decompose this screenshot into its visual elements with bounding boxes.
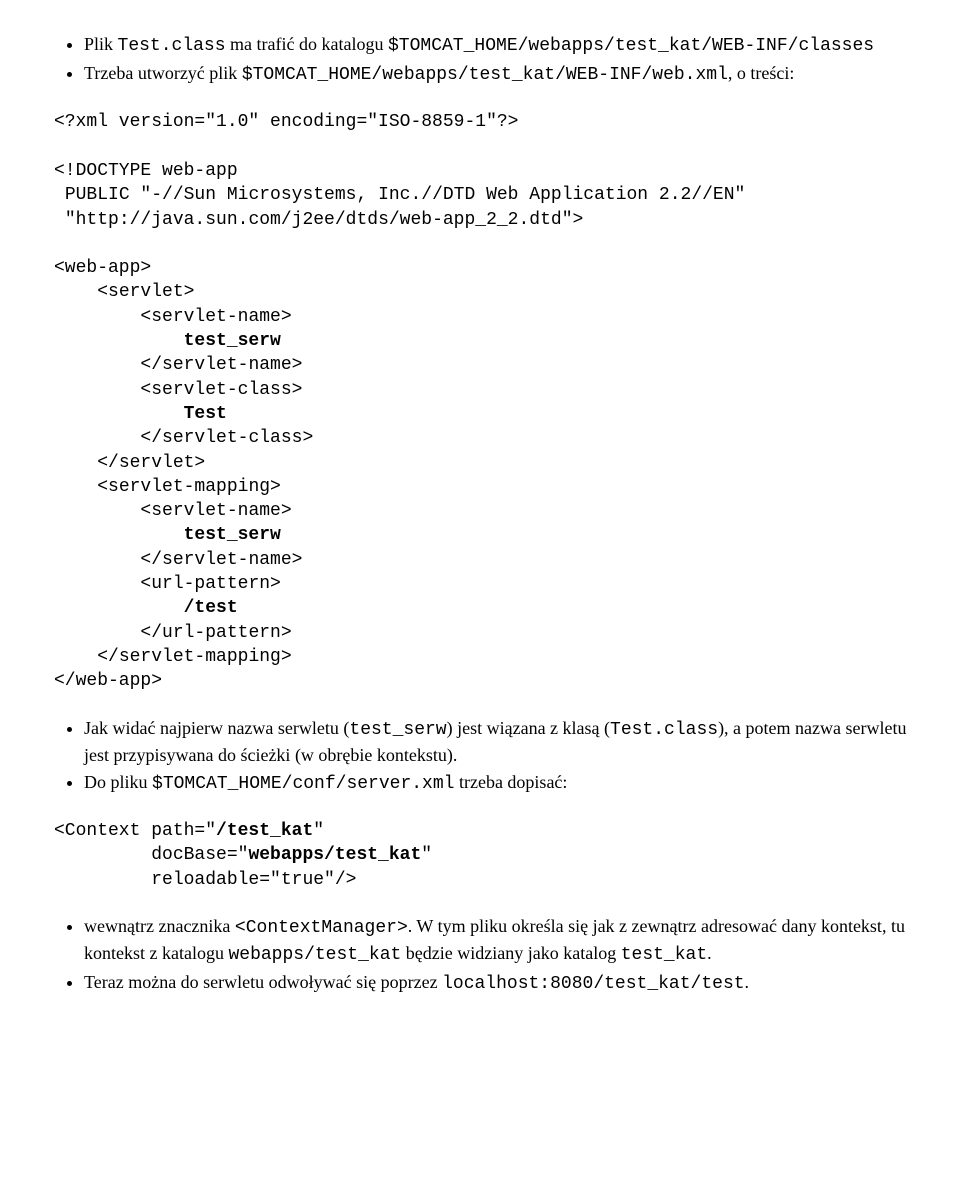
code-bold: Test	[184, 404, 227, 424]
code-line: docBase="	[54, 845, 248, 865]
code-line: <servlet-class>	[54, 380, 302, 400]
code-line: </servlet-name>	[54, 355, 302, 375]
code-line: reloadable="true"/>	[54, 870, 356, 890]
list-item: Plik Test.class ma trafić do katalogu $T…	[84, 32, 920, 59]
text: , o treści:	[728, 63, 794, 83]
code-indent	[54, 598, 184, 618]
code-block-1: <?xml version="1.0" encoding="ISO-8859-1…	[54, 110, 920, 693]
code-inline: $TOMCAT_HOME/webapps/test_kat/WEB-INF/we…	[242, 65, 728, 85]
code-line: "	[421, 845, 432, 865]
text: będzie widziany jako katalog	[401, 943, 620, 963]
code-line: PUBLIC "-//Sun Microsystems, Inc.//DTD W…	[54, 185, 745, 205]
text: wewnątrz znacznika	[84, 916, 235, 936]
text: Trzeba utworzyć plik	[84, 63, 242, 83]
code-block-2: <Context path="/test_kat" docBase="webap…	[54, 819, 920, 892]
code-line: </servlet-class>	[54, 428, 313, 448]
code-inline: <ContextManager>	[235, 918, 408, 938]
bullet-list-2: Jak widać najpierw nazwa serwletu (test_…	[40, 716, 920, 798]
list-item: wewnątrz znacznika <ContextManager>. W t…	[84, 914, 920, 968]
bullet-list-3: wewnątrz znacznika <ContextManager>. W t…	[40, 914, 920, 998]
code-inline: test_serw	[349, 720, 446, 740]
code-bold: test_serw	[184, 525, 281, 545]
code-bold: /test	[184, 598, 238, 618]
code-bold: webapps/test_kat	[248, 845, 421, 865]
code-line: <Context path="	[54, 821, 216, 841]
code-inline: Test.class	[118, 36, 226, 56]
code-line: <?xml version="1.0" encoding="ISO-8859-1…	[54, 112, 518, 132]
code-inline: test_kat	[621, 945, 707, 965]
code-line: </servlet>	[54, 453, 205, 473]
text: Do pliku	[84, 772, 152, 792]
code-line: <url-pattern>	[54, 574, 281, 594]
text: Plik	[84, 34, 118, 54]
code-line: </servlet-name>	[54, 550, 302, 570]
code-indent	[54, 331, 184, 351]
code-inline: Test.class	[610, 720, 718, 740]
code-inline: $TOMCAT_HOME/conf/server.xml	[152, 774, 454, 794]
code-indent	[54, 525, 184, 545]
text: trzeba dopisać:	[454, 772, 567, 792]
code-line: <servlet>	[54, 282, 194, 302]
text: ) jest wiązana z klasą (	[447, 718, 610, 738]
code-indent	[54, 404, 184, 424]
code-line: <!DOCTYPE web-app	[54, 161, 238, 181]
code-line: "	[313, 821, 324, 841]
code-inline: $TOMCAT_HOME/webapps/test_kat/WEB-INF/cl…	[388, 36, 874, 56]
bullet-list-1: Plik Test.class ma trafić do katalogu $T…	[40, 32, 920, 88]
text: .	[707, 943, 712, 963]
code-line: <servlet-name>	[54, 307, 292, 327]
list-item: Do pliku $TOMCAT_HOME/conf/server.xml tr…	[84, 770, 920, 797]
code-line: <servlet-name>	[54, 501, 292, 521]
code-inline: localhost:8080/test_kat/test	[442, 974, 744, 994]
code-bold: /test_kat	[216, 821, 313, 841]
code-line: "http://java.sun.com/j2ee/dtds/web-app_2…	[54, 210, 583, 230]
text: .	[745, 972, 750, 992]
text: Teraz można do serwletu odwoływać się po…	[84, 972, 442, 992]
code-bold: test_serw	[184, 331, 281, 351]
code-inline: webapps/test_kat	[228, 945, 401, 965]
code-line: <servlet-mapping>	[54, 477, 281, 497]
text: Jak widać najpierw nazwa serwletu (	[84, 718, 349, 738]
code-line: <web-app>	[54, 258, 151, 278]
list-item: Jak widać najpierw nazwa serwletu (test_…	[84, 716, 920, 768]
code-line: </web-app>	[54, 671, 162, 691]
code-line: </url-pattern>	[54, 623, 292, 643]
list-item: Teraz można do serwletu odwoływać się po…	[84, 970, 920, 997]
text: ma trafić do katalogu	[226, 34, 388, 54]
list-item: Trzeba utworzyć plik $TOMCAT_HOME/webapp…	[84, 61, 920, 88]
code-line: </servlet-mapping>	[54, 647, 292, 667]
